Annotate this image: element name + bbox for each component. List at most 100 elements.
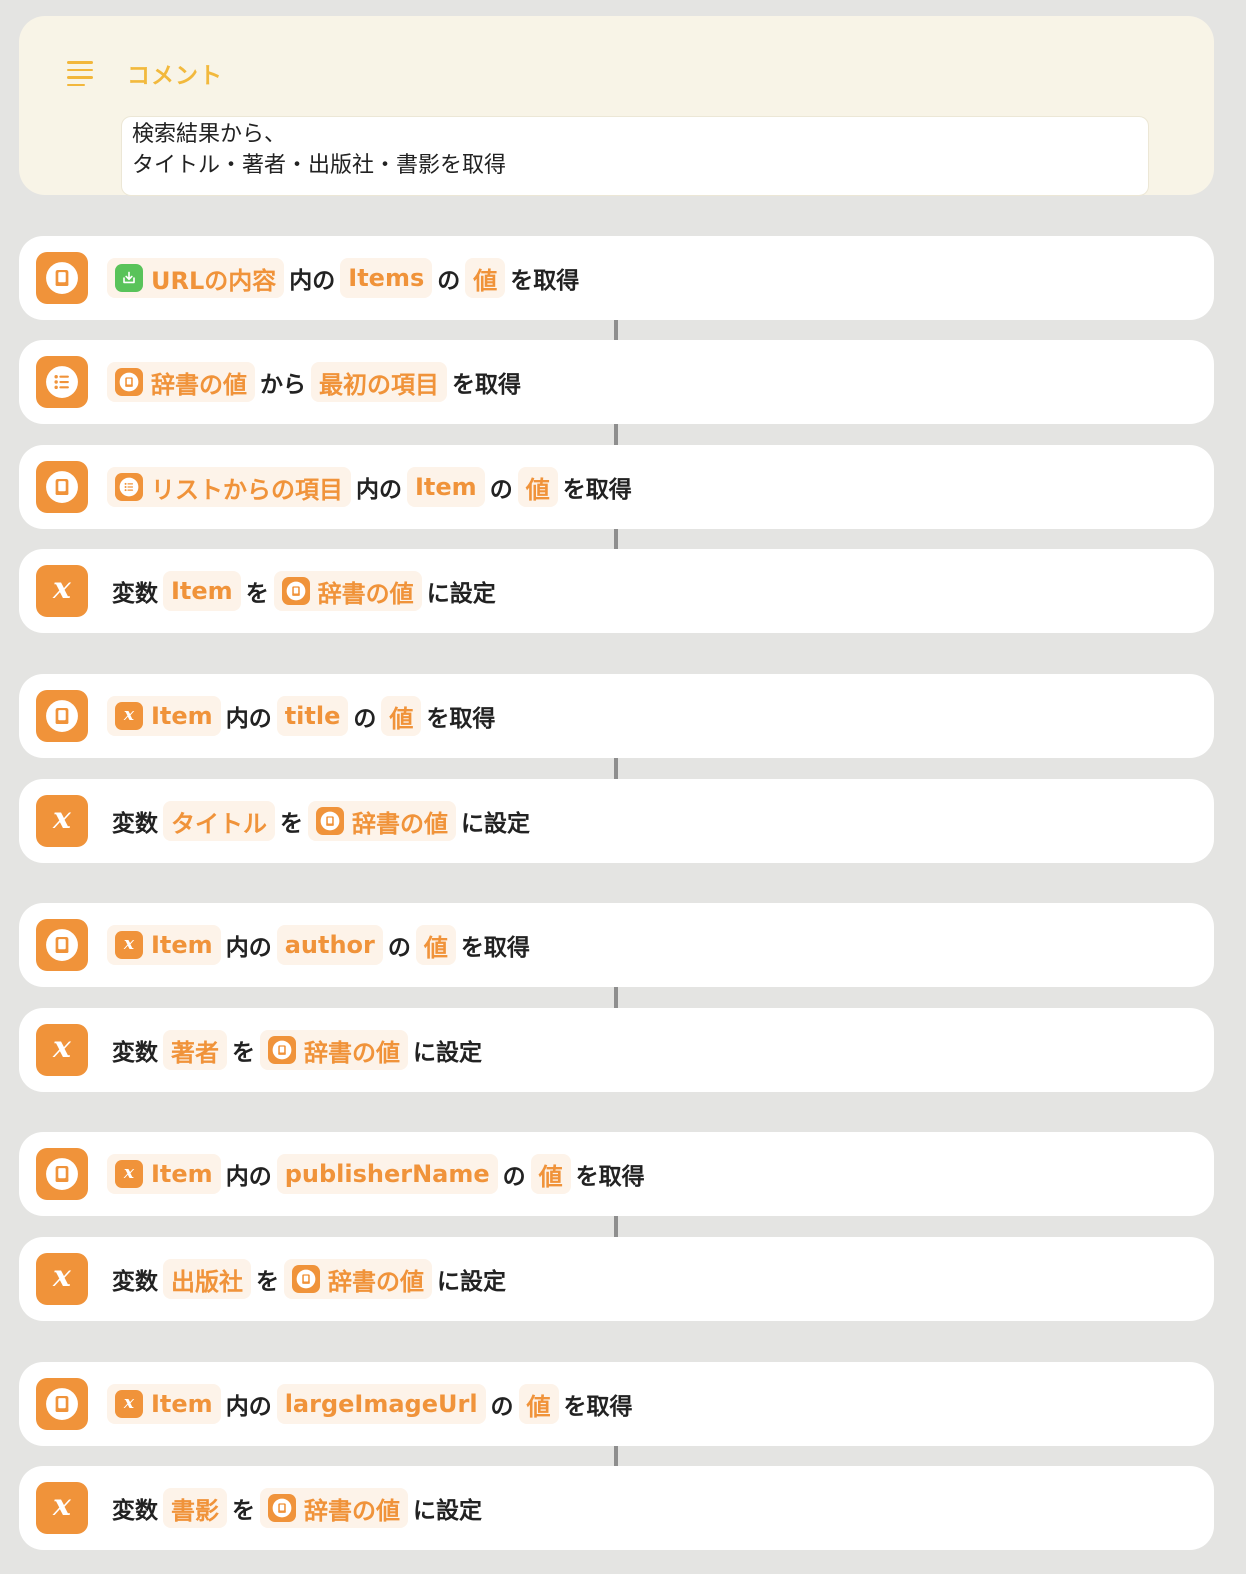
action-label: の [489,477,513,503]
get-dictionary-value-action[interactable]: x Item 内の author の値を取得 [19,903,1214,987]
parameter-token[interactable]: 値 [415,925,456,965]
action-parameters: 変数 タイトルを 辞書の値 に設定 [107,801,535,841]
set-variable-action[interactable]: x 変数 タイトルを 辞書の値 に設定 [19,779,1214,863]
variable-icon: x [36,1024,88,1076]
action-label: を取得 [452,372,521,398]
get-dictionary-value-action[interactable]: URLの内容 内の Items の値を取得 [19,236,1214,320]
token-label: 出版社 [171,1267,243,1296]
get-dictionary-value-action[interactable]: x Item 内の publisherName の値を取得 [19,1132,1214,1216]
parameter-token[interactable]: 出版社 [163,1259,251,1299]
parameter-token[interactable]: Item [163,571,241,611]
magic-variable-token[interactable]: 辞書の値 [260,1030,408,1070]
action-label: 内の [225,935,272,961]
magic-variable-token[interactable]: x Item [107,925,221,965]
action-label: に設定 [461,811,530,837]
dictionary-icon [268,1494,296,1522]
parameter-token[interactable]: 最初の項目 [311,362,447,402]
action-parameters: x Item 内の author の値を取得 [107,925,535,965]
set-variable-action[interactable]: x 変数 Item を 辞書の値 に設定 [19,549,1214,633]
set-variable-action[interactable]: x 変数 書影を 辞書の値 に設定 [19,1466,1214,1550]
parameter-token[interactable]: title [276,696,349,736]
action-label: を取得 [426,706,496,732]
action-label: 変数 [112,1498,158,1524]
magic-variable-token[interactable]: 辞書の値 [284,1259,432,1299]
token-label: 辞書の値 [317,579,414,608]
action-label: 変数 [112,811,158,837]
magic-variable-token[interactable]: x Item [107,1154,221,1194]
magic-variable-token[interactable]: URLの内容 [107,258,285,298]
get-dictionary-value-action[interactable]: x Item 内の largeImageUrl の値を取得 [19,1362,1214,1446]
action-parameters: 変数 Item を 辞書の値 に設定 [107,571,501,611]
action-label: 内の [356,477,402,503]
comment-text-field[interactable]: 検索結果から、 タイトル・著者・出版社・書影を取得 [121,116,1149,196]
get-dictionary-value-action[interactable]: リストからの項目 内の Item の値を取得 [19,445,1214,529]
token-label: Item [151,1160,213,1188]
action-connector [614,1216,618,1237]
token-label: Item [151,702,213,730]
parameter-token[interactable]: タイトル [163,801,275,841]
action-label: の [353,706,377,732]
action-label: を取得 [562,477,632,503]
parameter-token[interactable]: 値 [465,258,506,298]
parameter-token[interactable]: Item [407,467,485,507]
parameter-token[interactable]: Items [340,258,433,298]
magic-variable-token[interactable]: 辞書の値 [308,801,456,841]
dictionary-icon [36,919,88,971]
get-dictionary-value-action[interactable]: x Item 内の title の値を取得 [19,674,1214,758]
action-label: から [260,372,306,398]
parameter-token[interactable]: largeImageUrl [276,1384,486,1424]
token-label: 書影 [171,1496,219,1525]
dictionary-icon [281,577,310,605]
magic-variable-token[interactable]: 辞書の値 [107,362,255,402]
variable-icon: x [36,1253,88,1305]
magic-variable-token[interactable]: x Item [107,1384,221,1424]
action-label: に設定 [426,581,496,607]
variable-icon: x [36,795,88,847]
magic-variable-token[interactable]: リストからの項目 [107,467,351,507]
action-label: を [245,581,269,607]
action-connector [614,1446,618,1466]
token-label: 値 [525,475,550,504]
token-label: author [284,931,375,959]
action-parameters: 変数 著者を 辞書の値 に設定 [107,1030,487,1070]
magic-variable-token[interactable]: 辞書の値 [260,1488,408,1528]
action-connector [614,987,618,1008]
action-label: の [490,1394,514,1420]
action-label: を [280,811,303,837]
parameter-token[interactable]: 値 [517,467,558,507]
comment-action[interactable]: コメント 検索結果から、 タイトル・著者・出版社・書影を取得 [19,16,1214,196]
token-label: 辞書の値 [304,1038,400,1067]
magic-variable-token[interactable]: 辞書の値 [273,571,422,611]
dictionary-icon [115,368,143,396]
dictionary-icon [268,1036,296,1064]
parameter-token[interactable]: publisherName [276,1154,498,1194]
token-label: 値 [423,933,448,962]
token-label: URLの内容 [151,266,277,295]
magic-variable-token[interactable]: x Item [107,696,221,736]
parameter-token[interactable]: 値 [530,1154,571,1194]
action-label: 変数 [112,1269,158,1295]
action-label: を [232,1498,255,1524]
parameter-token[interactable]: 値 [518,1384,559,1424]
parameter-token[interactable]: 値 [381,696,422,736]
text-lines-icon [67,61,95,87]
action-label: の [502,1164,526,1190]
variable-icon: x [115,702,143,730]
dictionary-icon [316,807,344,835]
parameter-token[interactable]: 書影 [163,1488,227,1528]
set-variable-action[interactable]: x 変数 出版社を 辞書の値 に設定 [19,1237,1214,1321]
action-connector [614,529,618,549]
action-connector [614,320,618,340]
parameter-token[interactable]: author [276,925,383,965]
list-icon [36,356,88,408]
get-item-from-list-action[interactable]: 辞書の値 から 最初の項目 を取得 [19,340,1214,424]
action-parameters: x Item 内の publisherName の値を取得 [107,1154,650,1194]
variable-icon: x [115,1390,143,1418]
token-label: title [284,702,341,730]
variable-icon: x [36,565,88,617]
action-parameters: x Item 内の largeImageUrl の値を取得 [107,1384,638,1424]
action-label: 変数 [112,581,158,607]
parameter-token[interactable]: 著者 [163,1030,227,1070]
action-label: 内の [225,1394,272,1420]
set-variable-action[interactable]: x 変数 著者を 辞書の値 に設定 [19,1008,1214,1092]
